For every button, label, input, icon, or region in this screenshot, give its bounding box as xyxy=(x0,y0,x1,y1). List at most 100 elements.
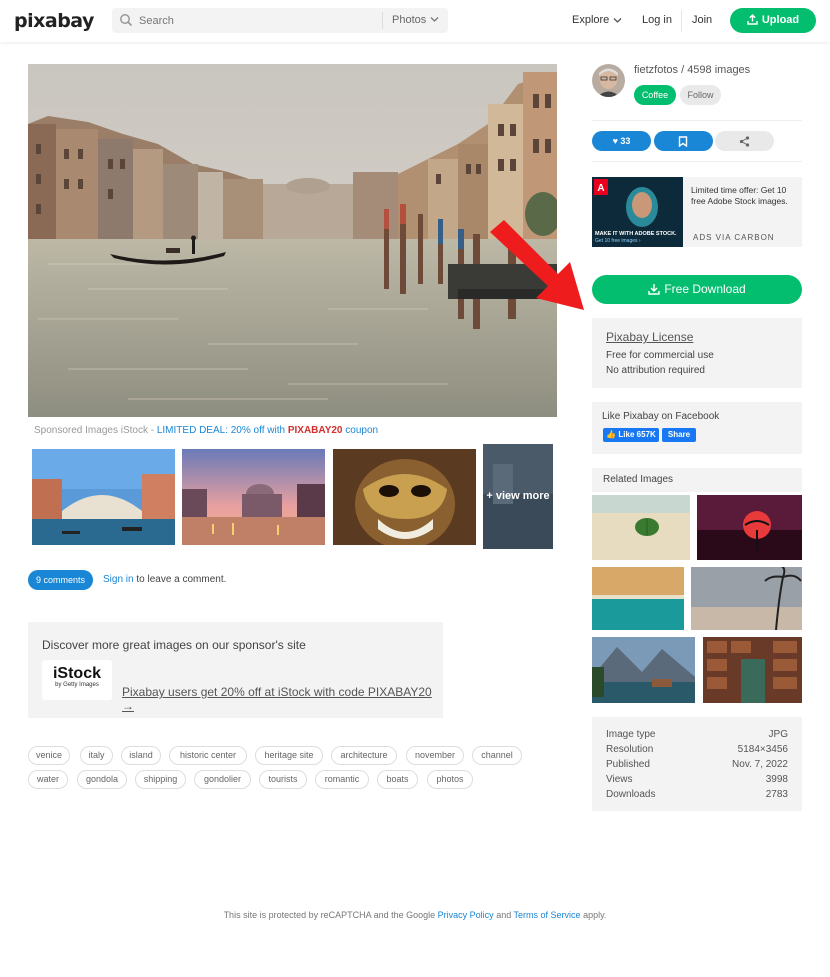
ad-text[interactable]: Limited time offer: Get 10 free Adobe St… xyxy=(691,185,796,207)
like-count: 33 xyxy=(620,136,631,146)
coffee-button[interactable]: Coffee xyxy=(634,85,676,105)
sponsored-prefix: Sponsored Images iStock - xyxy=(34,425,157,436)
footer-and: and xyxy=(493,910,514,920)
upload-button[interactable]: Upload xyxy=(730,8,816,33)
chevron-down-icon[interactable] xyxy=(613,17,622,24)
istock-offer-link[interactable]: Pixabay users get 20% off at iStock with… xyxy=(122,685,443,713)
upload-icon xyxy=(747,14,758,25)
related-image[interactable] xyxy=(703,637,802,703)
sponsored-thumb[interactable] xyxy=(32,449,175,545)
related-image[interactable] xyxy=(592,567,684,630)
facebook-box: Like Pixabay on Facebook 👍 Like 657K Sha… xyxy=(592,402,802,454)
tag-chip[interactable]: italy xyxy=(80,746,113,765)
upload-label: Upload xyxy=(761,14,800,26)
bookmark-icon xyxy=(678,136,688,147)
main-photo[interactable] xyxy=(28,64,557,417)
login-link[interactable]: Log in xyxy=(642,14,672,26)
related-image[interactable] xyxy=(592,495,690,560)
signin-prompt: Sign in to leave a comment. xyxy=(103,574,226,585)
detail-value: 5184×3456 xyxy=(737,744,788,755)
tag-chip[interactable]: gondolier xyxy=(194,770,251,789)
carnival-mask-image xyxy=(333,449,476,545)
license-box: Pixabay License Free for commercial use … xyxy=(592,318,802,388)
search-divider xyxy=(382,12,383,29)
tag-chip[interactable]: channel xyxy=(472,746,522,765)
pixabay-logo[interactable]: pixabay xyxy=(14,10,94,32)
tag-chip[interactable]: november xyxy=(406,746,464,765)
recaptcha-footer: This site is protected by reCAPTCHA and … xyxy=(0,910,830,920)
adobe-ad-cta: Get 10 free images › xyxy=(595,238,641,244)
comments-count-badge[interactable]: 9 comments xyxy=(28,570,93,590)
avatar[interactable] xyxy=(592,64,625,97)
istock-logo-text: iStock xyxy=(52,665,101,682)
istock-logo[interactable]: iStock by Getty Images xyxy=(42,660,112,700)
footer-text: This site is protected by reCAPTCHA and … xyxy=(223,910,438,920)
tag-chip[interactable]: historic center xyxy=(169,746,247,765)
adobe-stock-ad-image: A MAKE IT WITH ADOBE STOCK. Get 10 free … xyxy=(592,177,683,247)
deal-link[interactable]: LIMITED DEAL: 20% off with xyxy=(157,425,288,436)
sponsored-thumb[interactable] xyxy=(182,449,325,545)
author-info[interactable]: fietzfotos / 4598 images xyxy=(634,64,750,76)
detail-key: Published xyxy=(606,759,650,770)
tag-chip[interactable]: romantic xyxy=(315,770,369,789)
detail-value: JPG xyxy=(768,729,788,740)
top-header: pixabay Photos Explore Log in Join Uploa… xyxy=(0,0,830,42)
share-button[interactable] xyxy=(715,131,774,151)
tag-chip[interactable]: heritage site xyxy=(255,746,323,765)
privacy-policy-link[interactable]: Privacy Policy xyxy=(438,910,494,920)
facebook-title: Like Pixabay on Facebook xyxy=(602,411,720,422)
search-input[interactable] xyxy=(139,12,379,29)
sponsored-thumb[interactable] xyxy=(333,449,476,545)
facebook-like-button[interactable]: 👍 Like 657K xyxy=(603,428,659,442)
related-image[interactable] xyxy=(697,495,802,560)
related-image[interactable] xyxy=(691,567,802,630)
palm-beach-image xyxy=(691,567,802,630)
terms-of-service-link[interactable]: Terms of Service xyxy=(514,910,581,920)
like-button[interactable]: ♥ 33 xyxy=(592,131,651,151)
coupon-suffix[interactable]: coupon xyxy=(343,425,378,436)
chevron-down-icon[interactable] xyxy=(430,16,439,23)
pixabay-license-link[interactable]: Pixabay License xyxy=(606,330,693,344)
view-more-label: + view more xyxy=(486,490,550,502)
tag-chip[interactable]: island xyxy=(121,746,161,765)
divider xyxy=(592,120,802,121)
bookshelf-door-image xyxy=(703,637,802,703)
sponsor-title: Discover more great images on our sponso… xyxy=(42,638,306,652)
red-arrow-icon xyxy=(490,220,584,310)
leaf-on-beach-image xyxy=(592,495,690,560)
svg-text:A: A xyxy=(597,183,604,194)
nav-divider xyxy=(681,10,682,32)
tag-chip[interactable]: tourists xyxy=(259,770,307,789)
join-link[interactable]: Join xyxy=(692,14,712,26)
follow-button[interactable]: Follow xyxy=(680,85,721,105)
search-icon xyxy=(120,14,133,27)
search-bar[interactable]: Photos xyxy=(112,8,448,33)
image-details: Image type JPG Resolution 5184×3456 Publis… xyxy=(592,717,802,811)
tag-chip[interactable]: boats xyxy=(377,770,418,789)
tag-chip[interactable]: architecture xyxy=(331,746,397,765)
related-image[interactable] xyxy=(592,637,695,703)
carbon-ad[interactable]: A MAKE IT WITH ADOBE STOCK. Get 10 free … xyxy=(592,177,802,247)
search-type-select[interactable]: Photos xyxy=(392,14,426,26)
divider xyxy=(592,161,802,162)
tag-chip[interactable]: gondola xyxy=(77,770,127,789)
tag-chip[interactable]: photos xyxy=(427,770,473,789)
tag-chip[interactable]: shipping xyxy=(135,770,186,789)
thumbs-up-icon: 👍 xyxy=(606,430,617,439)
signin-link[interactable]: Sign in xyxy=(103,574,134,585)
view-more-tile[interactable]: + view more xyxy=(483,444,553,549)
facebook-share-button[interactable]: Share xyxy=(662,428,696,442)
red-sunset-tree-image xyxy=(697,495,802,560)
tag-chip[interactable]: venice xyxy=(28,746,70,765)
coupon-code[interactable]: PIXABAY20 xyxy=(288,425,343,436)
istock-logo-subtext: by Getty Images xyxy=(55,682,99,688)
ads-via-carbon[interactable]: ADS VIA CARBON xyxy=(693,233,775,242)
explore-menu[interactable]: Explore xyxy=(572,14,609,26)
save-button[interactable] xyxy=(654,131,713,151)
free-download-button[interactable]: Free Download xyxy=(592,275,802,304)
adobe-ad-image[interactable]: A MAKE IT WITH ADOBE STOCK. Get 10 free … xyxy=(592,177,683,247)
detail-key: Views xyxy=(606,774,633,785)
venice-canal-image xyxy=(28,64,557,417)
detail-key: Resolution xyxy=(606,744,654,755)
tag-chip[interactable]: water xyxy=(28,770,68,789)
